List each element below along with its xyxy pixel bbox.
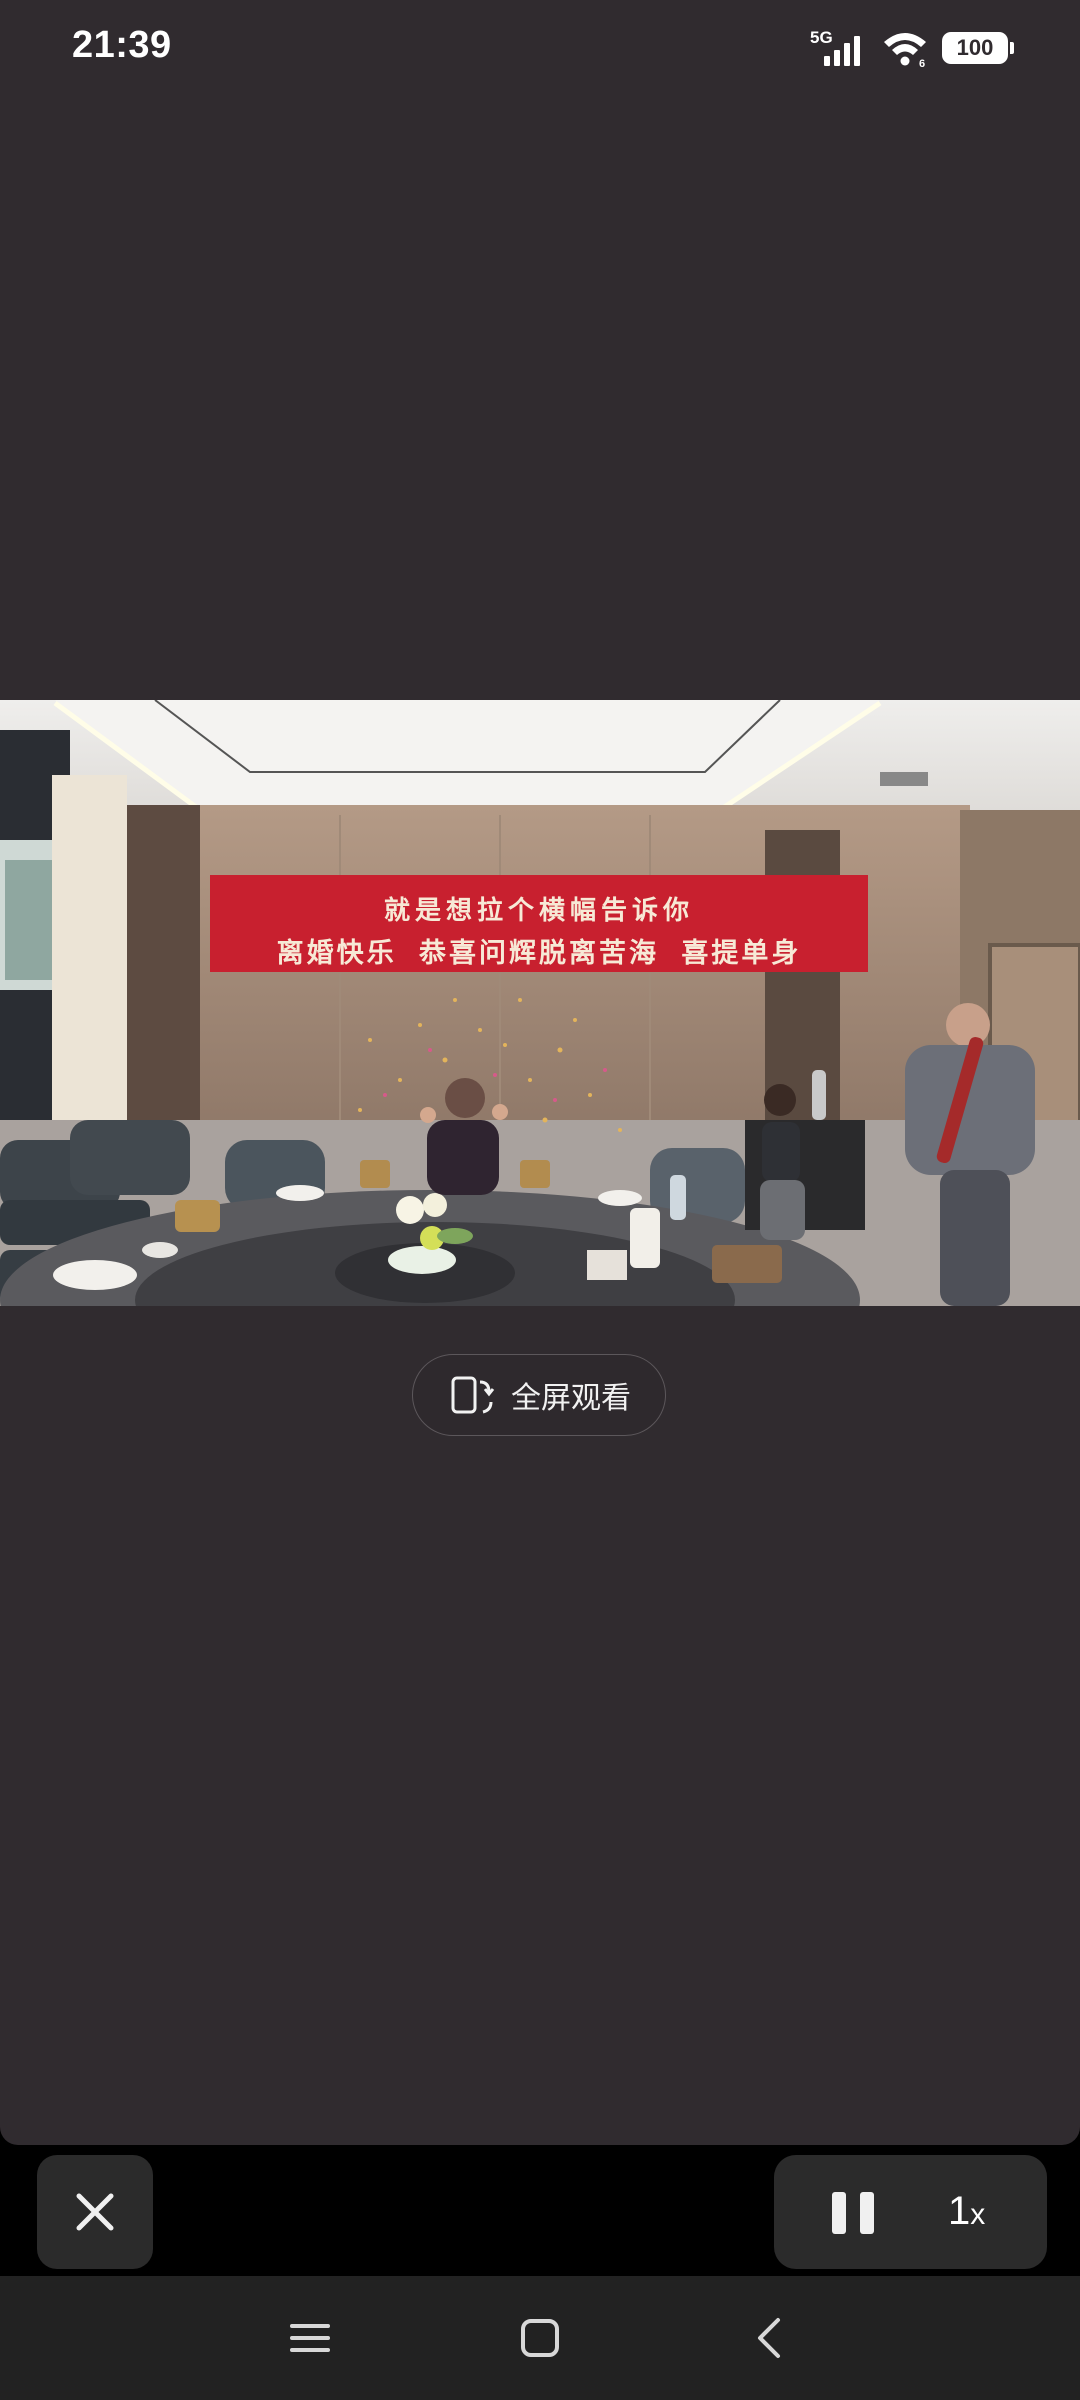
battery-icon: 100	[942, 32, 1014, 64]
signal-icon: 5G	[810, 28, 868, 68]
fullscreen-button[interactable]: 全屏观看	[412, 1354, 666, 1436]
status-icons: 5G 6 100	[810, 26, 1014, 70]
close-button[interactable]	[37, 2155, 153, 2269]
playback-speed-button[interactable]: 1x	[948, 2189, 985, 2234]
pause-icon[interactable]	[830, 2190, 878, 2236]
speed-value: 1	[948, 2189, 971, 2233]
fullscreen-label: 全屏观看	[511, 1381, 631, 1416]
back-icon[interactable]	[746, 2314, 794, 2362]
system-nav-bar	[0, 2276, 1080, 2400]
banner-line-2: 离婚快乐 恭喜问辉脱离苦海 喜提单身	[276, 938, 802, 969]
svg-text:6: 6	[919, 58, 925, 68]
rotate-screen-icon	[451, 1376, 495, 1414]
wifi-icon: 6	[884, 33, 926, 68]
banner: 就是想拉个横幅告诉你 离婚快乐 恭喜问辉脱离苦海 喜提单身	[212, 878, 866, 970]
status-time: 21:39	[72, 24, 172, 66]
menu-icon[interactable]	[286, 2314, 334, 2362]
playback-controls: 1x	[774, 2155, 1047, 2269]
video-player[interactable]: 就是想拉个横幅告诉你 离婚快乐 恭喜问辉脱离苦海 喜提单身	[0, 700, 1080, 1306]
banner-line-1: 就是想拉个横幅告诉你	[383, 896, 694, 926]
home-icon[interactable]	[516, 2314, 564, 2362]
close-icon	[76, 2193, 114, 2231]
app-screen: 21:39 5G 6 100 就是想拉个横幅告诉你 离婚快乐 恭喜问辉脱离苦海 …	[0, 0, 1080, 2145]
video-frame	[0, 700, 1080, 1306]
speed-suffix: x	[970, 2198, 986, 2231]
